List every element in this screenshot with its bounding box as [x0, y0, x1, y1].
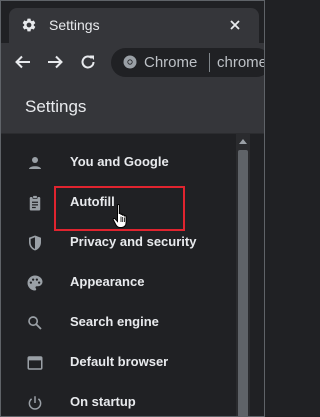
sidebar-item-default-browser[interactable]: Default browser — [1, 343, 233, 383]
gear-icon — [22, 18, 36, 32]
arrow-right-icon[interactable] — [45, 52, 65, 72]
sidebar-item-on-startup[interactable]: On startup — [1, 383, 233, 416]
close-icon[interactable] — [227, 17, 243, 33]
arrow-left-icon[interactable] — [13, 52, 33, 72]
sidebar-item-label: Appearance — [70, 274, 145, 289]
sidebar-scrollbar[interactable] — [236, 134, 250, 416]
address-separator — [209, 53, 210, 72]
settings-header: Settings — [1, 81, 264, 134]
chrome-icon — [123, 55, 137, 69]
browser-window: Settings Chrome chrome://settings — [0, 0, 265, 417]
reload-icon[interactable] — [78, 52, 98, 72]
sidebar-item-label: You and Google — [70, 154, 169, 169]
sidebar-item-you-and-google[interactable]: You and Google — [1, 143, 233, 183]
scroll-up-arrow-icon[interactable] — [238, 137, 248, 145]
site-label: Chrome — [144, 54, 198, 71]
sidebar-item-label: Privacy and security — [70, 234, 197, 249]
page-title: Settings — [25, 97, 87, 116]
url-text[interactable]: chrome://settings — [217, 54, 264, 71]
palette-icon — [27, 275, 43, 291]
sidebar-item-label: Default browser — [70, 354, 169, 369]
sidebar-item-appearance[interactable]: Appearance — [1, 263, 233, 303]
sidebar-item-label: Search engine — [70, 314, 159, 329]
sidebar-item-label: On startup — [70, 394, 136, 409]
tab-title: Settings — [49, 17, 100, 33]
scrollbar-thumb[interactable] — [238, 150, 248, 416]
hand-cursor-icon — [112, 203, 127, 228]
clipboard-icon — [29, 195, 41, 211]
tab-strip: Settings — [1, 1, 264, 43]
browser-toolbar: Chrome chrome://settings — [1, 43, 264, 81]
tab-settings[interactable]: Settings — [9, 8, 259, 43]
settings-sidebar: You and Google Autofill Privacy and secu… — [1, 134, 264, 416]
browser-window-icon — [27, 356, 43, 370]
person-icon — [29, 157, 41, 169]
search-icon — [28, 316, 42, 330]
power-icon — [28, 396, 42, 410]
sidebar-item-search-engine[interactable]: Search engine — [1, 303, 233, 343]
address-bar[interactable]: Chrome chrome://settings — [111, 48, 264, 77]
shield-icon — [29, 235, 41, 251]
